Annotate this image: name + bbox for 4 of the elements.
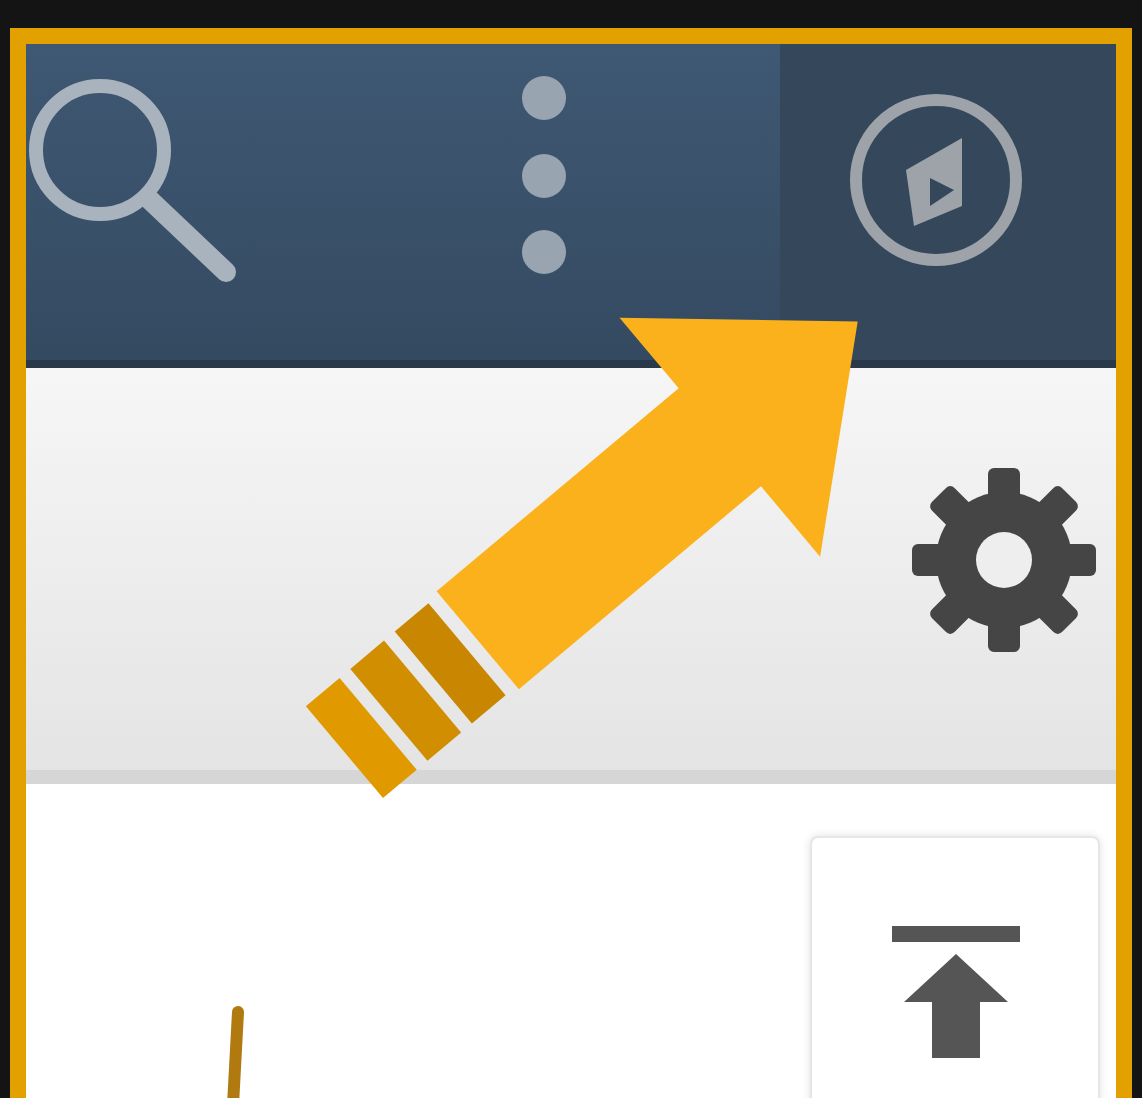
more-icon[interactable] — [520, 74, 568, 274]
upload-button[interactable] — [810, 836, 1100, 1098]
compass-icon[interactable] — [846, 90, 1026, 270]
settings-icon[interactable] — [908, 463, 1100, 655]
